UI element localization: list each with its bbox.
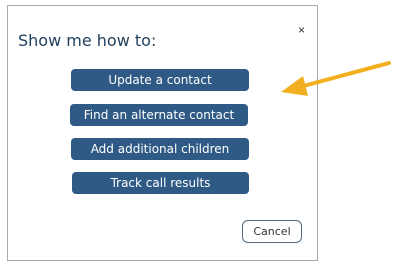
- arrow-left-icon: [281, 61, 391, 96]
